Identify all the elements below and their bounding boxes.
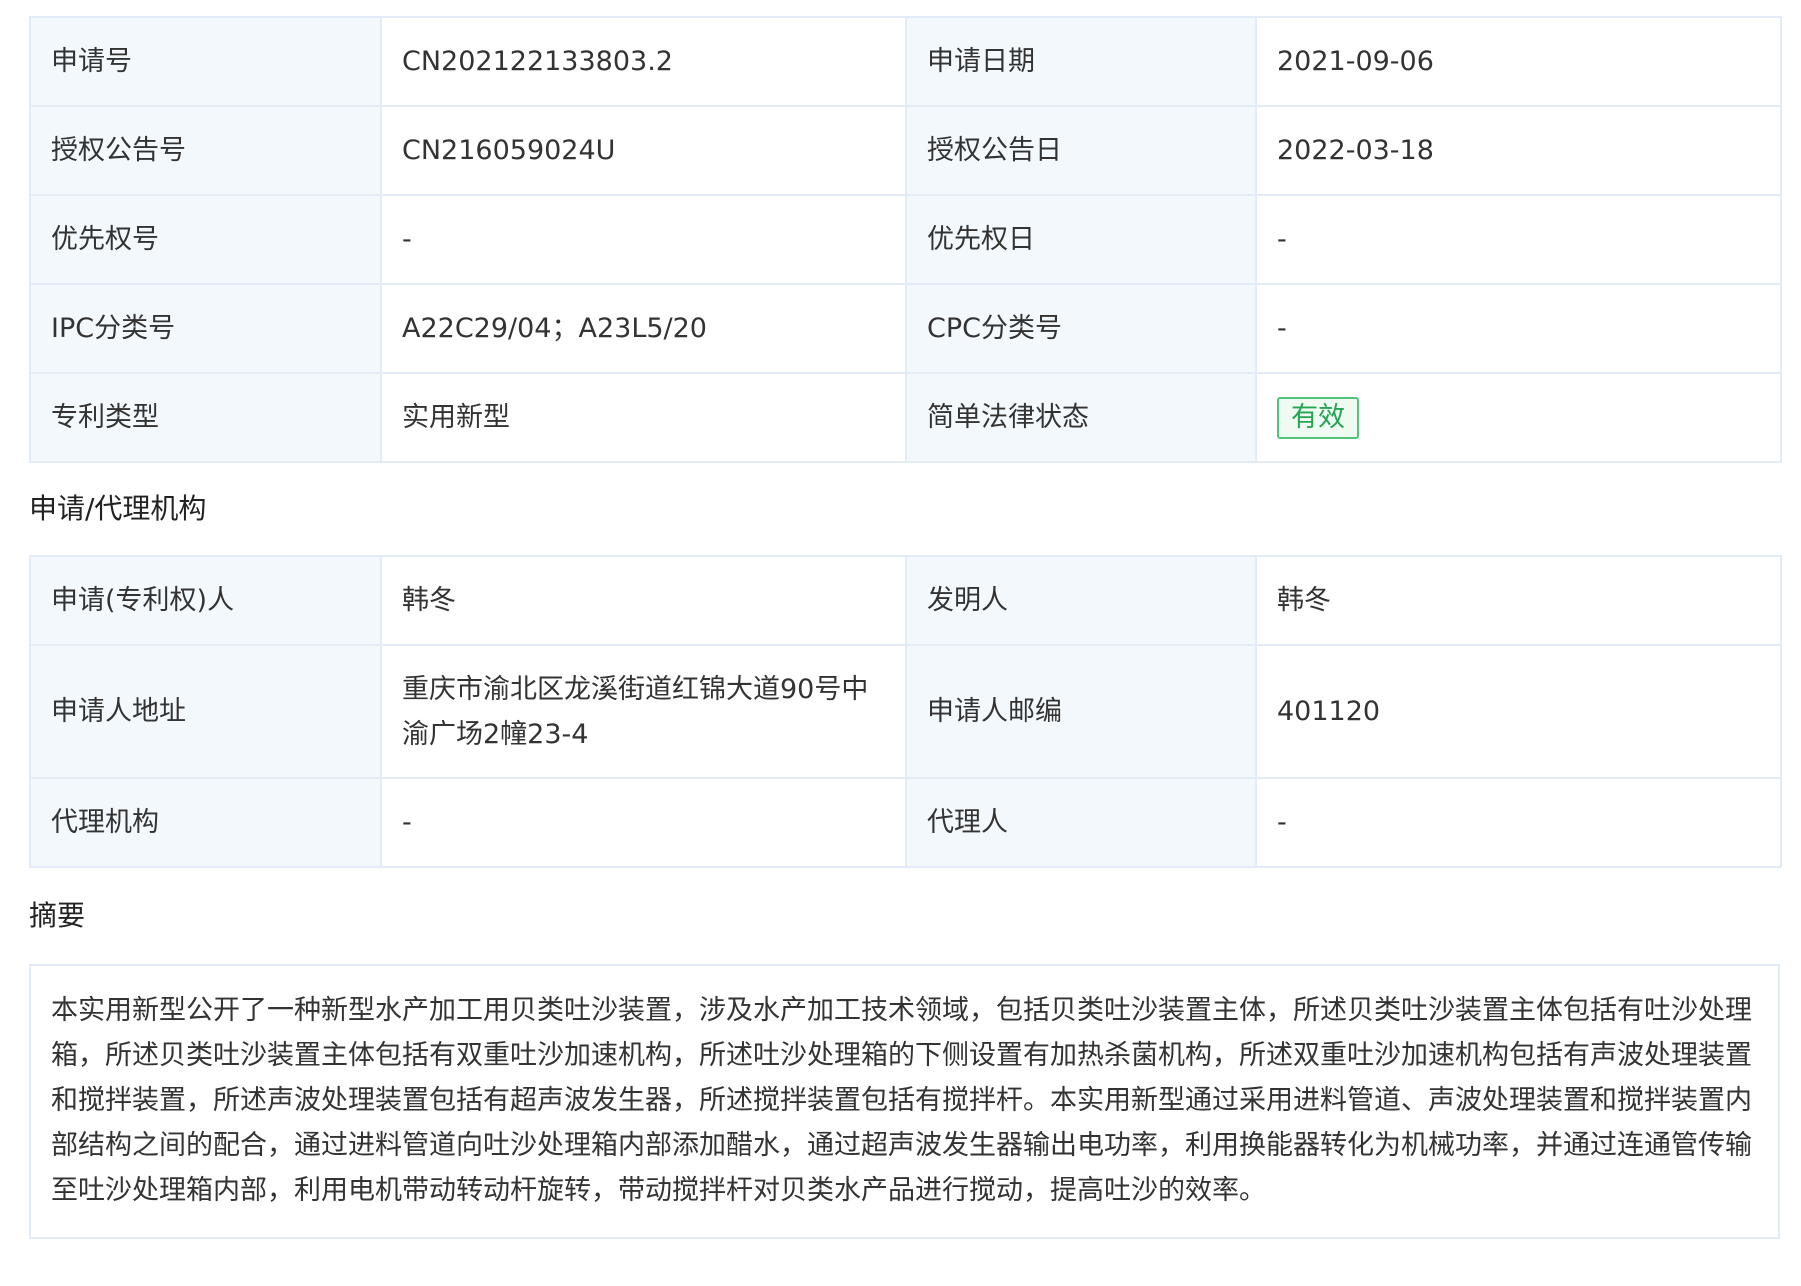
- legal-status-label: 简单法律状态: [905, 372, 1257, 463]
- grant-date-label: 授权公告日: [905, 105, 1257, 196]
- application-number-label: 申请号: [29, 16, 382, 107]
- table-row: 代理机构 - 代理人 -: [29, 777, 1782, 868]
- grant-date-value: 2022-03-18: [1255, 105, 1782, 196]
- abstract-section-title: 摘要: [29, 899, 86, 932]
- applicant-postcode-value: 401120: [1255, 644, 1782, 779]
- agency-value: -: [380, 777, 907, 868]
- table-row: 优先权号 - 优先权日 -: [29, 194, 1782, 285]
- inventor-value: 韩冬: [1255, 555, 1782, 646]
- priority-number-label: 优先权号: [29, 194, 382, 285]
- applicant-address-value: 重庆市渝北区龙溪街道红锦大道90号中渝广场2幢23-4: [380, 644, 907, 779]
- basic-info-table: 申请号 CN202122133803.2 申请日期 2021-09-06 授权公…: [29, 16, 1782, 463]
- cpc-label: CPC分类号: [905, 283, 1257, 374]
- table-row: 申请人地址 重庆市渝北区龙溪街道红锦大道90号中渝广场2幢23-4 申请人邮编 …: [29, 644, 1782, 779]
- table-row: 专利类型 实用新型 简单法律状态 有效: [29, 372, 1782, 463]
- priority-date-value: -: [1255, 194, 1782, 285]
- cpc-value: -: [1255, 283, 1782, 374]
- table-row: 授权公告号 CN216059024U 授权公告日 2022-03-18: [29, 105, 1782, 196]
- agent-value: -: [1255, 777, 1782, 868]
- applicant-section-title: 申请/代理机构: [29, 492, 207, 525]
- applicant-info-table: 申请(专利权)人 韩冬 发明人 韩冬 申请人地址 重庆市渝北区龙溪街道红锦大道9…: [29, 555, 1782, 868]
- grant-number-label: 授权公告号: [29, 105, 382, 196]
- status-badge: 有效: [1277, 397, 1359, 439]
- application-date-value: 2021-09-06: [1255, 16, 1782, 107]
- grant-number-value: CN216059024U: [380, 105, 907, 196]
- table-row: IPC分类号 A22C29/04；A23L5/20 CPC分类号 -: [29, 283, 1782, 374]
- patent-detail: 申请号 CN202122133803.2 申请日期 2021-09-06 授权公…: [29, 16, 1782, 1239]
- abstract-text: 本实用新型公开了一种新型水产加工用贝类吐沙装置，涉及水产加工技术领域，包括贝类吐…: [29, 964, 1780, 1239]
- applicant-label: 申请(专利权)人: [29, 555, 382, 646]
- application-number-value: CN202122133803.2: [380, 16, 907, 107]
- table-row: 申请(专利权)人 韩冬 发明人 韩冬: [29, 555, 1782, 646]
- application-date-label: 申请日期: [905, 16, 1257, 107]
- applicant-postcode-label: 申请人邮编: [905, 644, 1257, 779]
- ipc-value: A22C29/04；A23L5/20: [380, 283, 907, 374]
- inventor-label: 发明人: [905, 555, 1257, 646]
- table-row: 申请号 CN202122133803.2 申请日期 2021-09-06: [29, 16, 1782, 107]
- agency-label: 代理机构: [29, 777, 382, 868]
- patent-type-label: 专利类型: [29, 372, 382, 463]
- agent-label: 代理人: [905, 777, 1257, 868]
- priority-number-value: -: [380, 194, 907, 285]
- priority-date-label: 优先权日: [905, 194, 1257, 285]
- applicant-value: 韩冬: [380, 555, 907, 646]
- patent-type-value: 实用新型: [380, 372, 907, 463]
- applicant-address-label: 申请人地址: [29, 644, 382, 779]
- ipc-label: IPC分类号: [29, 283, 382, 374]
- legal-status-cell: 有效: [1255, 372, 1782, 463]
